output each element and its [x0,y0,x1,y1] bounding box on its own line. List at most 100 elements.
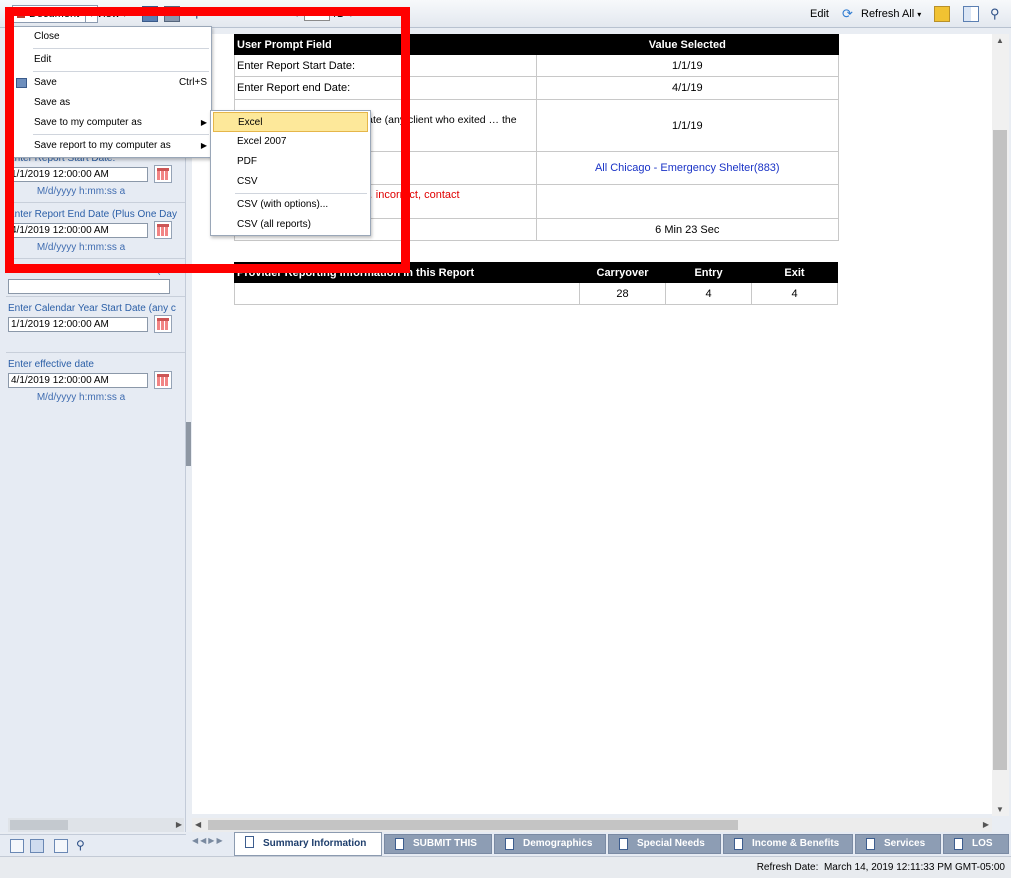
tab-summary-information[interactable]: Summary Information [234,832,382,856]
scroll-down-icon[interactable]: ▼ [996,805,1004,814]
status-bar: Refresh Date: March 14, 2019 12:11:33 PM… [0,856,1011,878]
save-icon [16,78,27,88]
calendar-icon[interactable] [154,315,172,333]
report-icon [395,838,404,850]
divider [6,352,185,353]
edit-button[interactable]: Edit [810,6,829,22]
menu-separator [235,193,367,194]
table-row: 28 4 4 [234,282,838,305]
table-cell: Enter Report Start Date: [234,54,537,77]
page-total: /1 [334,8,344,20]
panel-splitter[interactable] [186,422,191,466]
calendar-icon[interactable] [154,221,172,239]
submenu-item-csv-with-options[interactable]: CSV (with options)... [213,195,368,215]
menu-item-edit[interactable]: Edit [13,50,211,70]
table-cell: 1/1/19 [535,99,840,152]
chevron-down-icon: ▾ [122,10,127,19]
table-cell [535,184,840,219]
effective-date-input[interactable]: 4/1/2019 12:00:00 AM [8,373,148,388]
track-changes-icon[interactable] [934,6,950,22]
menu-item-save-to-computer[interactable]: Save to my computer as ▶ [13,113,211,133]
column-header: Entry [665,262,752,283]
find-icon[interactable]: ⚲ [192,6,208,22]
view-menu-button[interactable]: View ▾ [96,6,127,22]
submenu-arrow-icon: ▶ [200,141,207,150]
redo-icon[interactable]: ↷ [243,6,259,22]
last-page-icon[interactable]: ⏭ [363,6,379,22]
submenu-item-csv-all-reports[interactable]: CSV (all reports) [213,215,368,235]
table-cell: 28 [579,282,666,305]
refresh-all-button[interactable]: Refresh All ▾ [861,6,921,22]
scrollbar-thumb[interactable] [993,130,1007,770]
calendar-icon[interactable] [154,371,172,389]
prompt-label: Enter effective date [8,359,94,370]
tab-navigation-icon[interactable]: ◀◀▶▶ [192,836,225,845]
date-format-hint: M/d/yyyy h:mm:ss a [36,186,126,197]
report-icon [245,836,254,848]
submenu-item-excel[interactable]: Excel [213,112,368,132]
scrollbar-thumb[interactable] [10,820,68,830]
data-icon[interactable] [54,839,68,853]
provider-counts-table: Provider Reporting Information in this R… [234,262,838,305]
table-cell: 4 [665,282,752,305]
document-icon [17,8,25,18]
prompt-label: Enter Additional Service Provider (S [8,265,167,276]
scroll-left-icon[interactable]: ◀ [195,820,201,829]
menu-item-save-report-to-computer[interactable]: Save report to my computer as ▶ [13,136,211,156]
column-header: User Prompt Field [234,34,537,55]
top-toolbar: Document ▾ View ▾ ⚲ ↶ ↷ ⏮ ◀ 1 /1 ▶ ⏭ Edi… [0,0,1011,28]
divider [6,296,185,297]
divider [6,258,185,259]
submenu-item-excel-2007[interactable]: Excel 2007 [213,132,368,152]
tab-demographics[interactable]: Demographics [494,834,606,854]
report-icon [734,838,743,850]
submenu-item-csv[interactable]: CSV [213,172,368,192]
report-vertical-scrollbar[interactable]: ▲ ▼ [992,34,1009,816]
zoom-icon[interactable]: ⚲ [990,6,1006,22]
document-structure-icon[interactable] [10,839,24,853]
scroll-right-icon[interactable]: ▶ [176,820,182,829]
left-panel-scrollbar[interactable]: ▶ [8,818,184,832]
save-icon[interactable] [142,6,158,22]
submenu-arrow-icon: ▶ [200,118,207,127]
input-controls-icon[interactable] [30,839,44,853]
table-cell [234,282,580,305]
tab-los[interactable]: LOS [943,834,1009,854]
table-cell: 4/1/19 [535,76,840,100]
page-number-input[interactable]: 1 [304,7,330,21]
prompt-end-date: Enter Report End Date (Plus One Day 4/1/… [8,208,185,253]
table-cell: Enter Report end Date: [234,76,537,100]
report-icon [954,838,963,850]
table-cell: 6 Min 23 Sec [535,218,840,241]
calendar-icon[interactable] [154,165,172,183]
find-icon[interactable]: ⚲ [76,839,90,853]
divider [6,202,185,203]
table-cell: All Chicago - Emergency Shelter(883) [535,151,840,185]
end-date-input[interactable]: 4/1/2019 12:00:00 AM [8,223,148,238]
menu-item-close[interactable]: Close [13,27,211,47]
service-provider-input[interactable] [8,279,170,294]
scroll-right-icon[interactable]: ▶ [983,820,989,829]
tab-services[interactable]: Services [855,834,941,854]
calendar-year-start-input[interactable]: 1/1/2019 12:00:00 AM [8,317,148,332]
submenu-item-pdf[interactable]: PDF [213,152,368,172]
scroll-up-icon[interactable]: ▲ [996,36,1004,45]
report-horizontal-scrollbar[interactable]: ◀ ▶ [192,818,992,832]
report-icon [505,838,514,850]
tab-special-needs[interactable]: Special Needs [608,834,721,854]
tab-submit-this[interactable]: SUBMIT THIS [384,834,492,854]
table-row: Enter Report Start Date: 1/1/19 [234,54,840,77]
menu-item-save-as[interactable]: Save as [13,93,211,113]
layout-icon[interactable] [963,6,979,22]
chevron-down-icon: ▾ [917,10,922,19]
undo-icon[interactable]: ↶ [220,6,236,22]
refresh-icon[interactable]: ⟳ [842,6,858,22]
start-date-input[interactable]: 1/1/2019 12:00:00 AM [8,167,148,182]
prompt-effective-date: Enter effective date 4/1/2019 12:00:00 A… [8,358,185,403]
document-menu-button[interactable]: Document ▾ [12,5,99,23]
scrollbar-thumb[interactable] [208,820,738,830]
tab-income-benefits[interactable]: Income & Benefits [723,834,853,854]
menu-separator [33,71,209,72]
menu-item-save[interactable]: Save Ctrl+S [13,73,211,93]
print-icon[interactable] [164,6,180,22]
